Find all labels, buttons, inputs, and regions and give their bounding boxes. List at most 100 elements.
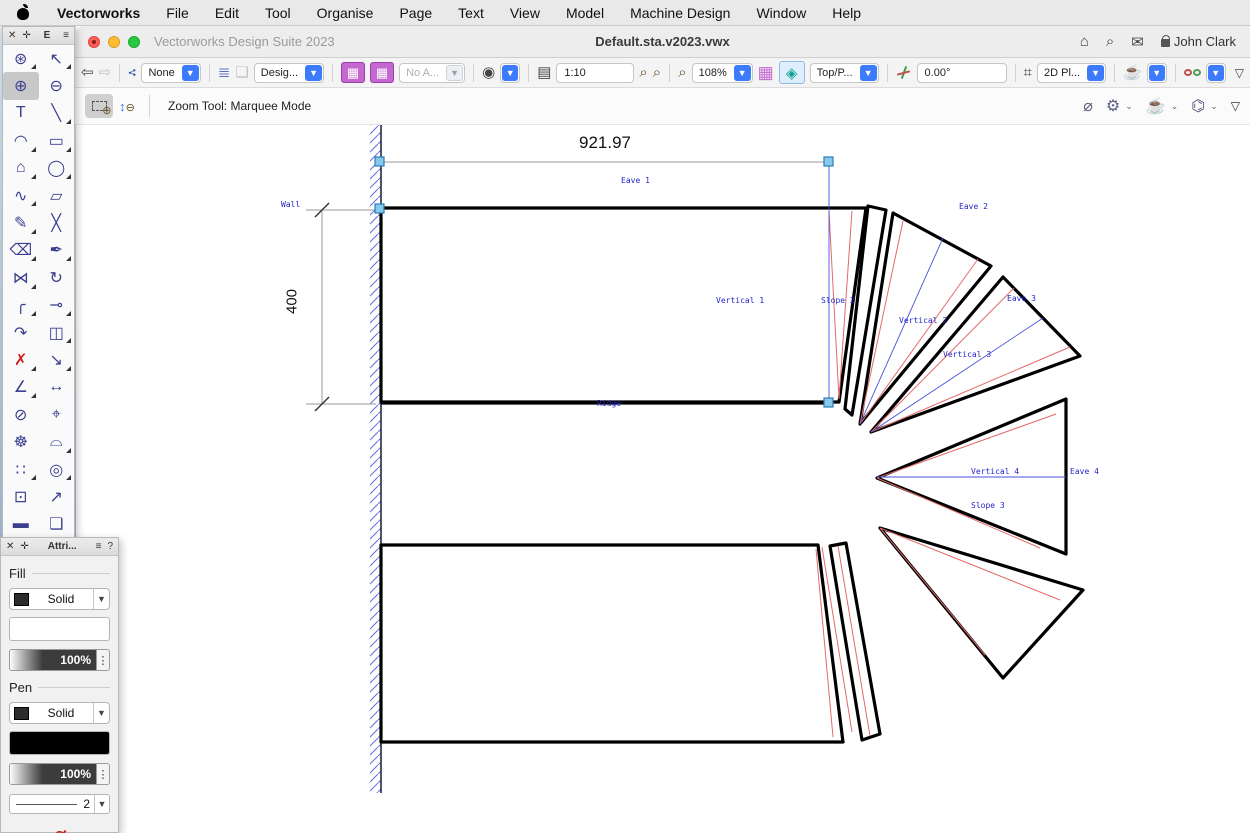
help-icon[interactable]: ? — [107, 541, 113, 552]
fit-to-page-icon[interactable]: ⌕ — [639, 65, 647, 80]
text-tool[interactable]: T — [3, 100, 39, 127]
flyover-tool[interactable]: ⊛ — [3, 45, 39, 72]
menu-view[interactable]: View — [510, 5, 540, 21]
home-icon[interactable]: ⌂ — [1080, 33, 1089, 50]
fit-to-objects-icon[interactable]: ⌕ — [653, 65, 661, 80]
dots-vertical-icon[interactable]: ⋮ — [96, 650, 109, 670]
width-dimension-line[interactable] — [381, 162, 829, 400]
line-tool[interactable]: ╲ — [39, 100, 75, 127]
plane-mode-dropdown[interactable]: 2D Pl... ▼ — [1037, 63, 1106, 83]
fill-style-dropdown[interactable]: Solid ▼ — [9, 588, 110, 610]
wall-style-icon[interactable]: ▦ — [341, 62, 365, 83]
glasses-dropdown[interactable]: ▼ — [1206, 63, 1226, 83]
fillet-tool[interactable]: ╭ — [3, 292, 39, 319]
circle-tool[interactable]: ◯ — [39, 155, 75, 182]
polyline-tool[interactable]: ∿ — [3, 182, 39, 209]
fill-opacity-slider[interactable]: 100% ⋮ — [9, 649, 110, 671]
extract-tool[interactable]: ◫ — [39, 319, 75, 346]
drill-pattern-tool[interactable]: ∷ — [3, 456, 39, 483]
slab-tool[interactable]: ▬ — [3, 511, 39, 538]
clip-tool[interactable]: ⊡ — [3, 483, 39, 510]
rotation-input[interactable]: 0.00° — [917, 63, 1007, 83]
active-symbol-dropdown[interactable]: No A... ▼ — [399, 63, 465, 83]
menu-window[interactable]: Window — [756, 5, 806, 21]
fill-color-bar[interactable] — [9, 617, 110, 641]
forward-icon[interactable]: ⇨ — [99, 65, 112, 80]
search-icon[interactable]: ⌕ — [1106, 33, 1114, 50]
marker-selector[interactable]: 8 — [9, 828, 110, 833]
linear-dimension-tool[interactable]: ↔ — [39, 374, 75, 401]
working-plane-tool[interactable]: ☸ — [3, 428, 39, 455]
render-mode-teapot-icon[interactable]: ☕ — [1123, 65, 1142, 80]
menu-vectorworks[interactable]: Vectorworks — [57, 5, 140, 21]
pen-style-dropdown[interactable]: Solid ▼ — [9, 702, 110, 724]
close-icon[interactable]: ✕ — [6, 541, 14, 552]
protractor-tool[interactable]: ⌓ — [39, 428, 75, 455]
eyedropper-tool[interactable]: ✒ — [39, 237, 75, 264]
class-dropdown[interactable]: None ▼ — [141, 63, 200, 83]
menu-machine-design[interactable]: Machine Design — [630, 5, 730, 21]
sheet-icon[interactable]: ❏ — [235, 65, 248, 80]
pen-opacity-slider[interactable]: 100% ⋮ — [9, 763, 110, 785]
line-weight-dropdown[interactable]: 2 ▼ — [9, 794, 110, 814]
offset-tool[interactable]: ↷ — [3, 319, 39, 346]
chamfer-dimension-tool[interactable]: ↘ — [39, 346, 75, 373]
reshape-tool[interactable]: ▱ — [39, 182, 75, 209]
trim-tool[interactable]: ╳ — [39, 209, 75, 236]
gear-icon[interactable]: ⚙ — [1106, 96, 1120, 116]
render-options-teapot-icon[interactable]: ☕ — [1146, 96, 1166, 116]
visibility-dropdown[interactable]: ▼ — [500, 63, 520, 83]
render-mode-dropdown[interactable]: ▼ — [1147, 63, 1167, 83]
back-icon[interactable]: ⇦ — [81, 65, 94, 80]
freehand-tool[interactable]: ✎ — [3, 209, 39, 236]
menu-file[interactable]: File — [166, 5, 189, 21]
toolbar-overflow-icon[interactable]: ▽ — [1235, 67, 1244, 79]
rectangle-tool[interactable]: ▭ — [39, 127, 75, 154]
data-bar-icon[interactable]: ⌗ — [1024, 65, 1032, 80]
hamburger-icon[interactable]: ≡ — [96, 541, 102, 552]
height-dimension-line[interactable] — [306, 203, 376, 411]
arc-tool[interactable]: ◠ — [3, 127, 39, 154]
class-options-grid-icon[interactable]: ▦ — [758, 64, 774, 81]
layer-dropdown[interactable]: Desig... ▼ — [254, 63, 324, 83]
plus-icon[interactable]: ✛ — [20, 541, 28, 552]
pen-color-bar[interactable] — [9, 731, 110, 755]
marquee-zoom-mode-button[interactable] — [85, 94, 113, 118]
zoom-level-dropdown[interactable]: 108% ▼ — [692, 63, 753, 83]
user-account[interactable]: John Clark — [1161, 34, 1236, 49]
layer-plane-icon[interactable]: ◈ — [779, 61, 805, 84]
surface-options-icon[interactable]: ⌬ — [1191, 96, 1205, 116]
selection-handles[interactable] — [375, 157, 833, 407]
target-tool[interactable]: ◎ — [39, 456, 75, 483]
saved-views-icon[interactable] — [128, 65, 136, 80]
menu-page[interactable]: Page — [399, 5, 432, 21]
mode-bar-overflow-icon[interactable]: ▽ — [1231, 99, 1240, 113]
zoom-window-button[interactable] — [128, 36, 140, 48]
interactive-zoom-mode-button[interactable]: ↕⊖ — [113, 94, 141, 118]
delete-tool[interactable]: ✗ — [3, 346, 39, 373]
plus-icon[interactable]: ✛ — [22, 30, 30, 41]
zoom-out-tool[interactable]: ⊖ — [39, 72, 75, 99]
rotate-tool[interactable]: ↻ — [39, 264, 75, 291]
working-plane-axes-icon[interactable] — [896, 65, 912, 81]
hamburger-icon[interactable]: ≡ — [63, 30, 69, 41]
view-dropdown[interactable]: Top/P... ▼ — [810, 63, 879, 83]
menu-help[interactable]: Help — [832, 5, 861, 21]
mirror-tool[interactable]: ⋈ — [3, 264, 39, 291]
polygon-tool[interactable]: ⌂ — [3, 155, 39, 182]
close-icon[interactable]: ✕ — [8, 30, 16, 41]
mail-icon[interactable]: ✉ — [1131, 33, 1144, 51]
menu-tool[interactable]: Tool — [265, 5, 291, 21]
selection-tool[interactable]: ↖ — [39, 45, 75, 72]
center-mark-tool[interactable]: ⌖ — [39, 401, 75, 428]
menu-text[interactable]: Text — [458, 5, 484, 21]
diameter-dimension-tool[interactable]: ⊘ — [3, 401, 39, 428]
wall-component-icon[interactable]: ▦ — [370, 62, 394, 83]
close-window-button[interactable] — [88, 36, 100, 48]
menu-organise[interactable]: Organise — [317, 5, 374, 21]
stereo-glasses-icon[interactable] — [1184, 69, 1201, 76]
menu-edit[interactable]: Edit — [215, 5, 239, 21]
angular-dimension-tool[interactable]: ∠ — [3, 374, 39, 401]
duplicate-tool[interactable]: ❏ — [39, 511, 75, 538]
slashed-magnifier-icon[interactable]: ⌀ — [1083, 96, 1093, 116]
